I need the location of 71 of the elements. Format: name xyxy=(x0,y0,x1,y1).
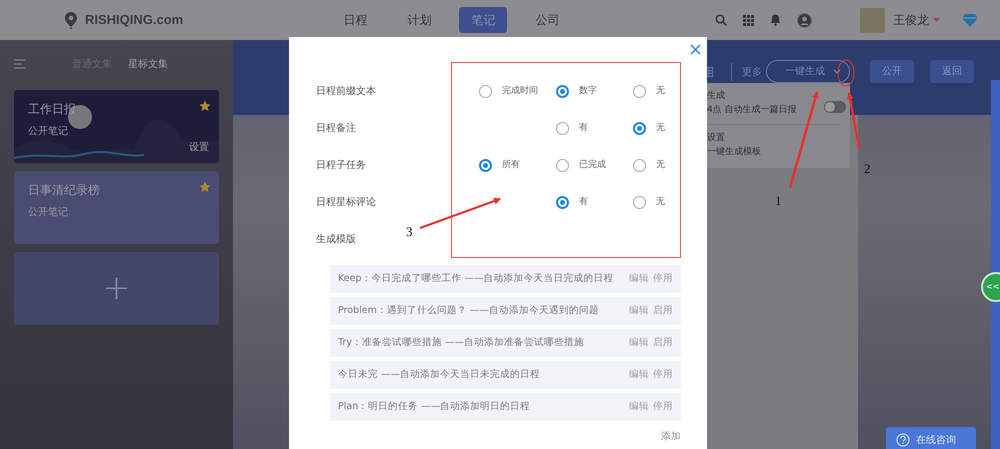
radio-option[interactable]: 无 xyxy=(633,122,665,136)
annotation-ellipse xyxy=(838,60,854,86)
annotation-number: 1 xyxy=(775,193,782,208)
user-name[interactable]: 王俊龙 xyxy=(893,11,929,29)
template-action-link[interactable]: 编辑 xyxy=(625,336,649,350)
diamond-icon[interactable] xyxy=(962,14,978,26)
nav-tab[interactable]: 计划 xyxy=(395,7,444,33)
template-text: Problem：遇到了什么问题？ ——自动添加今天遇到的问题 xyxy=(338,304,599,318)
template-action-link[interactable]: 编辑 xyxy=(625,304,649,318)
radio-option[interactable]: 所有 xyxy=(479,158,520,172)
template-action-link[interactable]: 编辑 xyxy=(625,400,649,414)
template-text: Try：准备尝试哪些措施 ——自动添加准备尝试哪些措施 xyxy=(338,336,584,350)
toolbar-button[interactable]: 返回 xyxy=(930,60,974,83)
collection-tab[interactable]: 星标文集 xyxy=(128,56,168,72)
notebook-subtitle: 公开笔记 xyxy=(28,125,69,139)
toolbar-button[interactable]: 公开 xyxy=(870,60,914,83)
star-icon[interactable] xyxy=(199,181,211,193)
setting-label: 日程星标评论 xyxy=(316,196,376,210)
chevron-down-icon[interactable] xyxy=(833,68,841,74)
template-action-link[interactable]: 停用 xyxy=(649,400,673,414)
profile-circle-icon[interactable] xyxy=(797,12,812,28)
radio-option[interactable]: 有 xyxy=(556,122,588,136)
location-pin-icon xyxy=(65,12,77,28)
menu-item-title[interactable]: 生成 xyxy=(707,90,725,104)
radio-option[interactable]: 数字 xyxy=(556,84,597,98)
apps-grid-icon[interactable] xyxy=(743,14,754,26)
add-template-link[interactable]: 添加 xyxy=(661,430,681,444)
more-label[interactable]: 更多 xyxy=(742,65,762,80)
bell-icon[interactable] xyxy=(770,14,781,26)
help-icon xyxy=(896,433,910,447)
setting-label: 日程备注 xyxy=(316,122,356,136)
radio-option[interactable]: 完成时间 xyxy=(479,84,538,98)
template-action-link[interactable]: 启用 xyxy=(649,336,673,350)
annotation-number: 2 xyxy=(864,161,870,176)
online-consult-button[interactable]: 在线咨询 xyxy=(886,427,976,449)
settings-link[interactable]: 设置 xyxy=(189,140,209,155)
template-text: Plan：明日的任务 ——自动添加明日的日程 xyxy=(338,400,530,414)
template-action-link[interactable]: 编辑 xyxy=(625,272,649,286)
notebook-subtitle: 公开笔记 xyxy=(28,206,69,220)
add-notebook-button[interactable]: + xyxy=(14,252,219,325)
menu-item-description: 一键生成模板 xyxy=(707,146,761,158)
menu-icon[interactable] xyxy=(14,59,26,69)
close-icon[interactable] xyxy=(690,44,701,55)
template-action-link[interactable]: 停用 xyxy=(649,368,673,382)
radio-option[interactable]: 无 xyxy=(633,196,665,210)
template-text: 今日未完 ——自动添加今天当日未完成的日程 xyxy=(338,368,540,382)
section-heading: 生成模版 xyxy=(316,232,356,247)
template-action-link[interactable]: 停用 xyxy=(649,272,673,286)
radio-option[interactable]: 无 xyxy=(633,158,665,172)
nav-tab[interactable]: 笔记 xyxy=(459,7,508,33)
template-action-link[interactable]: 编辑 xyxy=(625,368,649,382)
nav-tab[interactable]: 日程 xyxy=(331,7,380,33)
menu-item-title[interactable]: 设置 xyxy=(707,132,725,146)
radio-option[interactable]: 无 xyxy=(633,84,665,98)
toggle-switch[interactable] xyxy=(824,101,846,113)
site-logo[interactable]: RISHIQING.com xyxy=(85,10,184,30)
template-action-link[interactable]: 启用 xyxy=(649,304,673,318)
template-text: Keep：今日完成了哪些工作 ——自动添加今天当日完成的日程 xyxy=(338,272,614,286)
notebook-title: 日事清纪录榜 xyxy=(28,182,101,199)
nav-tab[interactable]: 公司 xyxy=(523,7,572,33)
menu-item-description: 4点 自动生成一篇日报 xyxy=(707,104,797,116)
setting-label: 日程前缀文本 xyxy=(316,84,376,99)
star-icon[interactable] xyxy=(199,100,211,112)
radio-option[interactable]: 已完成 xyxy=(556,158,606,172)
annotation-number: 3 xyxy=(406,224,412,239)
annotation-arrow xyxy=(846,92,860,148)
notebook-card[interactable]: 日事清纪录榜 公开笔记 xyxy=(14,171,219,244)
caret-icon[interactable] xyxy=(933,18,940,22)
setting-label: 日程子任务 xyxy=(316,159,366,173)
radio-option[interactable]: 有 xyxy=(556,196,588,210)
search-icon[interactable] xyxy=(715,14,727,26)
